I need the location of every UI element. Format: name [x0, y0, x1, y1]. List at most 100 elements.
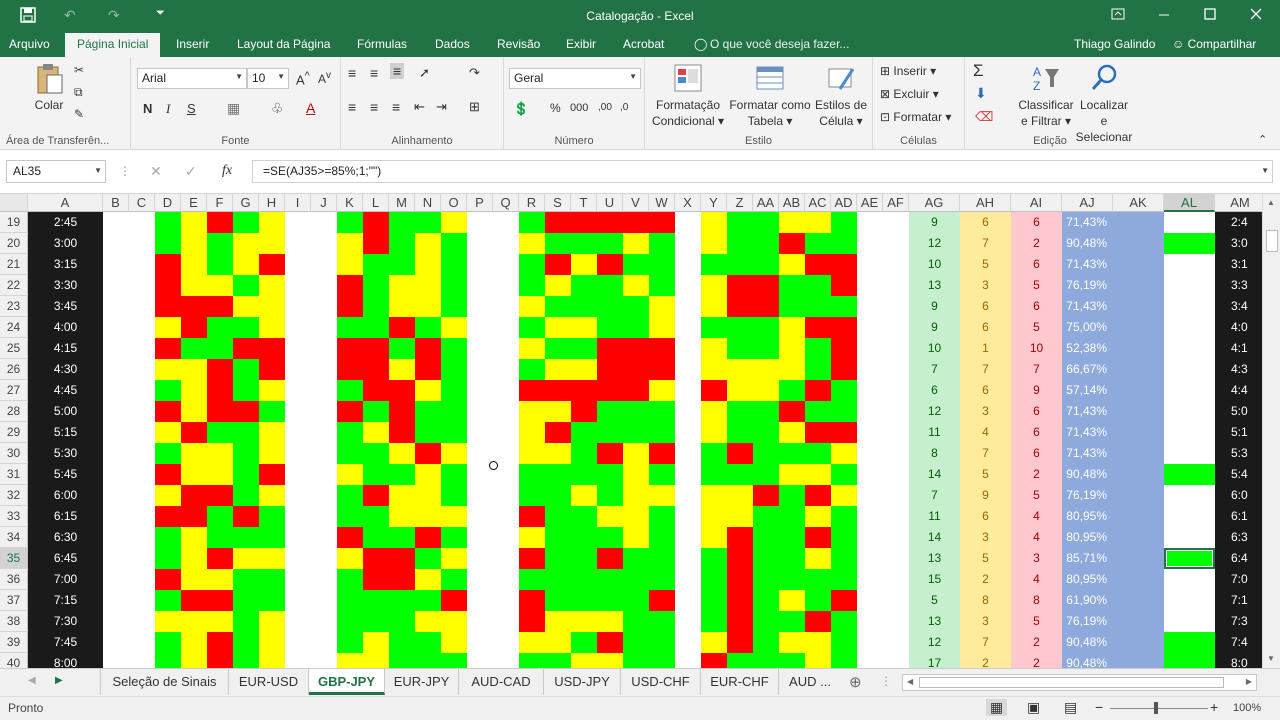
scroll-left-icon[interactable]: ◀: [907, 677, 913, 686]
signal-cell[interactable]: [441, 506, 467, 527]
signal-cell[interactable]: [389, 233, 415, 254]
signal-cell[interactable]: [441, 212, 467, 233]
signal-cell[interactable]: [831, 611, 857, 632]
signal-cell[interactable]: [727, 443, 753, 464]
signal-cell[interactable]: [519, 422, 545, 443]
signal-cell[interactable]: [571, 422, 597, 443]
signal-cell[interactable]: [623, 443, 649, 464]
time-cell[interactable]: 4:45: [28, 380, 103, 401]
signal-cell[interactable]: [519, 233, 545, 254]
column-header[interactable]: N: [415, 194, 441, 212]
row-header[interactable]: 39: [0, 632, 28, 653]
comma-style-icon[interactable]: 000: [570, 102, 588, 114]
signal-cell[interactable]: [233, 338, 259, 359]
signal-cell[interactable]: [259, 485, 285, 506]
column-header[interactable]: H: [259, 194, 285, 212]
win-rate-cell[interactable]: 80,95%: [1062, 506, 1113, 527]
signal-cell[interactable]: [363, 443, 389, 464]
signal-cell[interactable]: [441, 422, 467, 443]
signal-cell[interactable]: [805, 401, 831, 422]
increase-indent-icon[interactable]: ⇥: [436, 99, 447, 115]
sheet-tab-eur-chf[interactable]: EUR-CHF: [701, 669, 779, 695]
signal-cell[interactable]: [259, 359, 285, 380]
align-left-icon[interactable]: ≡: [348, 99, 356, 115]
row-header[interactable]: 23: [0, 296, 28, 317]
signal-cell[interactable]: [155, 254, 181, 275]
signal-cell[interactable]: [545, 233, 571, 254]
ribbon-display-icon[interactable]: [1111, 7, 1125, 24]
signal-cell[interactable]: [441, 569, 467, 590]
signal-cell[interactable]: [259, 275, 285, 296]
column-header[interactable]: W: [649, 194, 675, 212]
signal-cell[interactable]: [415, 275, 441, 296]
signal-cell[interactable]: [181, 485, 207, 506]
signal-cell[interactable]: [155, 380, 181, 401]
zoom-in-icon[interactable]: +: [1210, 699, 1218, 715]
scroll-up-icon[interactable]: ▲: [1267, 198, 1275, 207]
signal-cell[interactable]: [571, 338, 597, 359]
signal-cell[interactable]: [701, 296, 727, 317]
column-header[interactable]: F: [207, 194, 233, 212]
time-cell[interactable]: 3:3: [1215, 275, 1262, 296]
signal-cell[interactable]: [441, 590, 467, 611]
signal-cell[interactable]: [415, 359, 441, 380]
time-cell[interactable]: 3:30: [28, 275, 103, 296]
signal-cell[interactable]: [597, 443, 623, 464]
signal-cell[interactable]: [701, 254, 727, 275]
signal-cell[interactable]: [181, 254, 207, 275]
column-header[interactable]: V: [623, 194, 649, 212]
signal-cell[interactable]: [597, 632, 623, 653]
signal-cell[interactable]: [545, 296, 571, 317]
signal-cell[interactable]: [831, 275, 857, 296]
signal-cell[interactable]: [805, 275, 831, 296]
signal-cell[interactable]: [415, 569, 441, 590]
signal-cell[interactable]: [701, 590, 727, 611]
signal-cell[interactable]: [181, 653, 207, 668]
signal-cell[interactable]: [181, 212, 207, 233]
signal-cell[interactable]: [207, 569, 233, 590]
signal-cell[interactable]: [649, 296, 675, 317]
row-header[interactable]: 37: [0, 590, 28, 611]
signal-cell[interactable]: [155, 611, 181, 632]
signal-cell[interactable]: [571, 464, 597, 485]
column-header[interactable]: AB: [779, 194, 805, 212]
signal-cell[interactable]: [831, 527, 857, 548]
fill-color-icon[interactable]: ♧: [271, 100, 284, 117]
signal-cell[interactable]: [155, 569, 181, 590]
column-header[interactable]: AK: [1113, 194, 1164, 212]
signal-cell[interactable]: [545, 359, 571, 380]
signal-cell[interactable]: [181, 569, 207, 590]
signal-cell[interactable]: [415, 485, 441, 506]
time-cell[interactable]: 2:45: [28, 212, 103, 233]
signal-cell[interactable]: [363, 632, 389, 653]
win-count-cell[interactable]: 13: [909, 548, 960, 569]
signal-cell[interactable]: [181, 611, 207, 632]
signal-cell[interactable]: [363, 653, 389, 668]
signal-cell[interactable]: [701, 548, 727, 569]
grow-font-icon[interactable]: A^: [296, 70, 310, 87]
time-cell[interactable]: 6:45: [28, 548, 103, 569]
time-cell[interactable]: 5:15: [28, 422, 103, 443]
win-rate-cell[interactable]: 66,67%: [1062, 359, 1113, 380]
time-cell[interactable]: 5:00: [28, 401, 103, 422]
prev-sheet-icon[interactable]: ◀: [28, 675, 36, 686]
signal-cell[interactable]: [155, 653, 181, 668]
signal-cell[interactable]: [519, 506, 545, 527]
signal-cell[interactable]: [831, 590, 857, 611]
win-count-cell[interactable]: 9: [909, 212, 960, 233]
signal-cell[interactable]: [831, 338, 857, 359]
signal-cell[interactable]: [649, 611, 675, 632]
signal-cell[interactable]: [701, 443, 727, 464]
signal-cell[interactable]: [545, 254, 571, 275]
signal-cell[interactable]: [571, 548, 597, 569]
signal-cell[interactable]: [753, 212, 779, 233]
empty-cell[interactable]: [1113, 653, 1164, 668]
gale-count-cell[interactable]: 3: [960, 527, 1011, 548]
win-rate-cell[interactable]: 71,43%: [1062, 401, 1113, 422]
signal-cell[interactable]: [545, 548, 571, 569]
signal-cell[interactable]: [701, 527, 727, 548]
signal-cell[interactable]: [571, 359, 597, 380]
signal-flag-cell[interactable]: [1164, 611, 1215, 632]
signal-cell[interactable]: [337, 569, 363, 590]
signal-cell[interactable]: [649, 317, 675, 338]
